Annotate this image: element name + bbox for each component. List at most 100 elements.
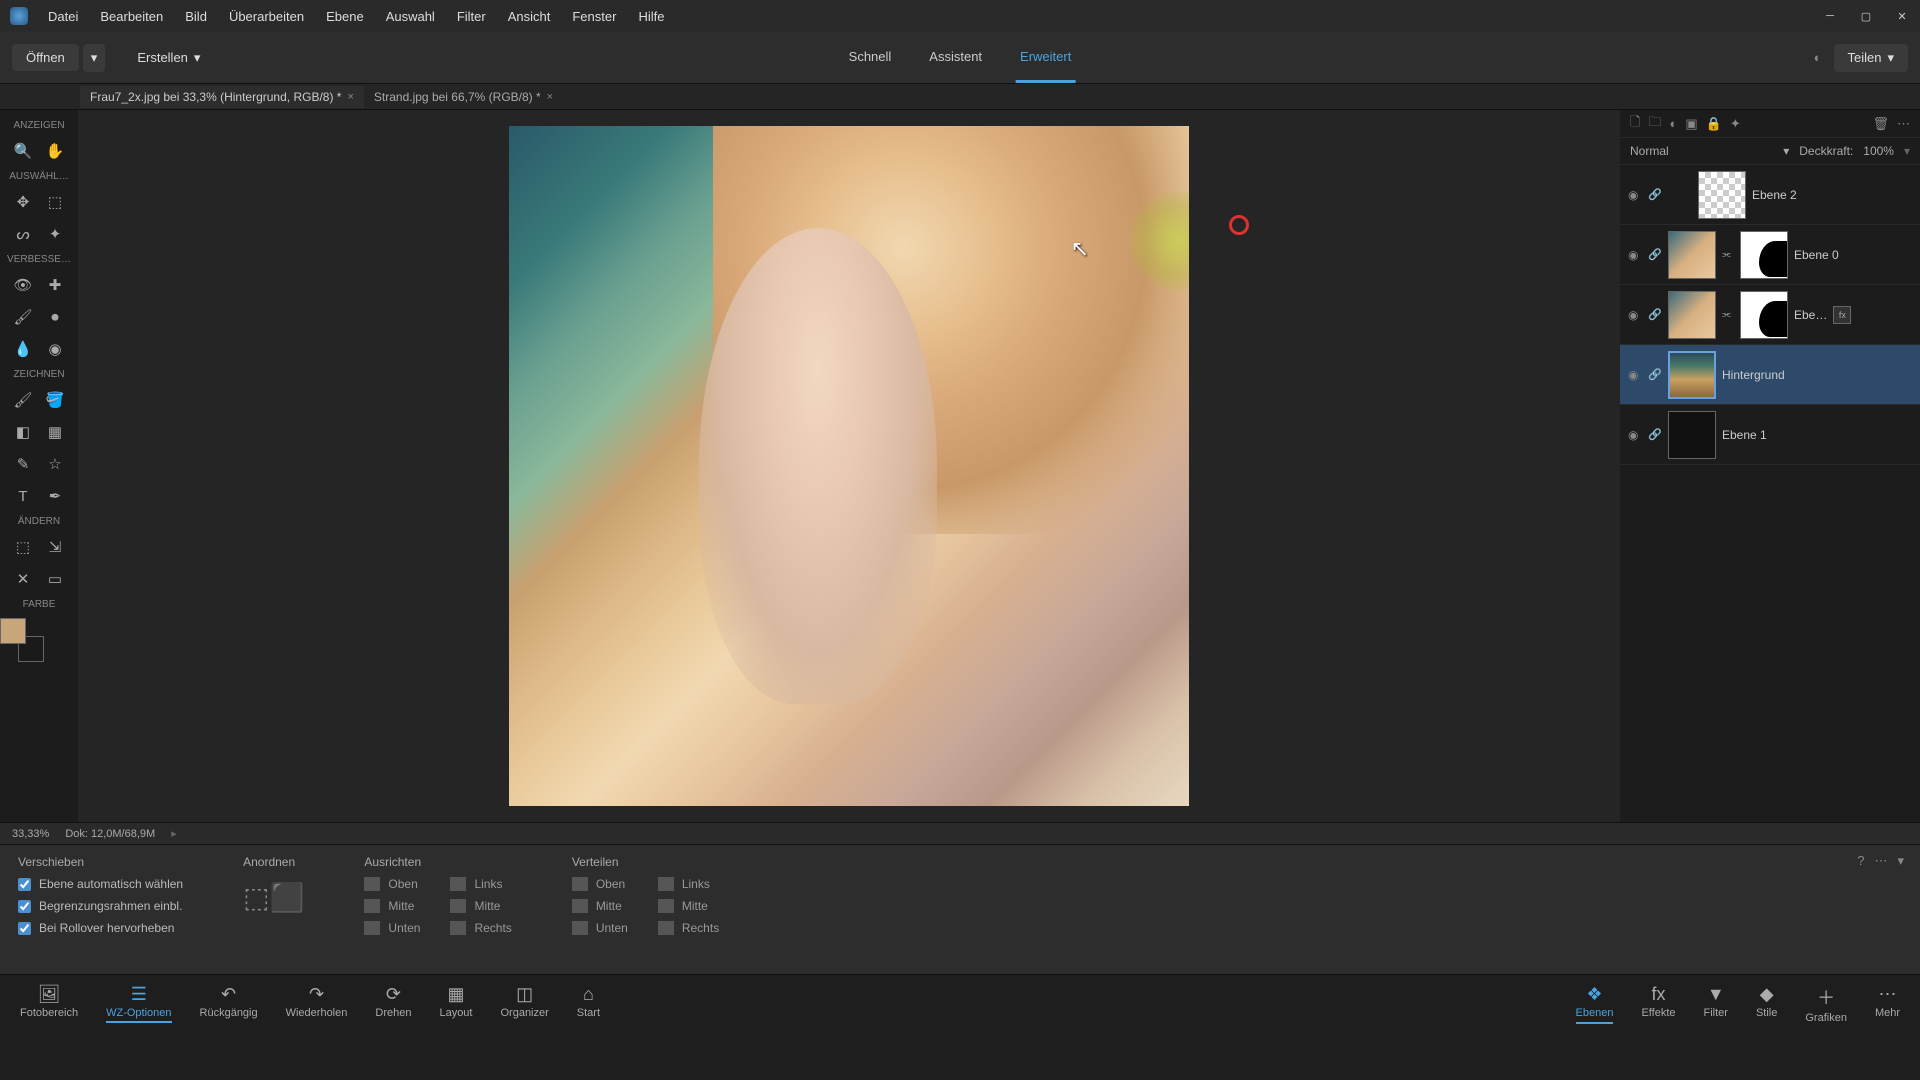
visibility-toggle-icon[interactable]: ◉ xyxy=(1628,308,1642,322)
layer-mask-thumbnail[interactable] xyxy=(1740,291,1788,339)
close-icon[interactable]: × xyxy=(547,91,553,103)
content-aware-tool[interactable]: ✕ xyxy=(8,565,38,593)
new-layer-icon[interactable]: 🗋 xyxy=(1630,113,1640,135)
layer-thumbnail[interactable] xyxy=(1698,171,1746,219)
menu-icon[interactable]: ⋯ xyxy=(1897,116,1910,132)
crop-tool[interactable]: ⬚ xyxy=(8,533,38,561)
share-button[interactable]: Teilen ▾ xyxy=(1834,44,1909,72)
mode-quick[interactable]: Schnell xyxy=(845,33,896,83)
layer-thumbnail[interactable] xyxy=(1668,351,1716,399)
visibility-toggle-icon[interactable]: ◉ xyxy=(1628,188,1642,202)
align-middle[interactable]: Mitte xyxy=(364,899,420,913)
layer-thumbnail[interactable] xyxy=(1668,411,1716,459)
open-dropdown[interactable]: ▾ xyxy=(83,44,106,72)
mode-guided[interactable]: Assistent xyxy=(925,33,986,83)
visibility-toggle-icon[interactable]: ◉ xyxy=(1628,248,1642,262)
dock-grafiken[interactable]: ＋Grafiken xyxy=(1805,984,1847,1024)
trash-icon[interactable]: 🗑 xyxy=(1872,116,1889,132)
link-icon[interactable]: 🔗 xyxy=(1648,248,1662,261)
straighten-tool[interactable]: ▭ xyxy=(40,565,70,593)
menu-hilfe[interactable]: Hilfe xyxy=(628,3,674,30)
dock-wz-optionen[interactable]: ☰WZ-Optionen xyxy=(106,984,171,1023)
layer-mask-thumbnail[interactable] xyxy=(1740,231,1788,279)
hand-tool[interactable]: ✋ xyxy=(40,137,70,165)
distribute-bottom[interactable]: Unten xyxy=(572,921,628,935)
close-icon[interactable]: × xyxy=(347,91,353,103)
distribute-middle[interactable]: Mitte xyxy=(572,899,628,913)
dock-rotate[interactable]: ⟳Drehen xyxy=(375,984,411,1023)
collapse-icon[interactable]: ▾ xyxy=(1897,853,1904,869)
mask-link-icon[interactable]: ⫘ xyxy=(1722,249,1734,260)
redeye-tool[interactable]: 👁 xyxy=(8,271,38,299)
move-tool[interactable]: ✥ xyxy=(8,188,38,216)
eraser-tool[interactable]: ◧ xyxy=(8,418,38,446)
gradient-tool[interactable]: ▦ xyxy=(40,418,70,446)
canvas-area[interactable]: ↖ xyxy=(78,110,1620,822)
check-rollover[interactable]: Bei Rollover hervorheben xyxy=(18,921,183,935)
doc-tab-1[interactable]: Frau7_2x.jpg bei 33,3% (Hintergrund, RGB… xyxy=(80,86,364,108)
more-icon[interactable]: ⋯ xyxy=(1874,853,1887,869)
shape-tool[interactable]: ☆ xyxy=(40,450,70,478)
foreground-color-swatch[interactable] xyxy=(0,618,26,644)
fx-badge-icon[interactable]: fx xyxy=(1833,306,1851,324)
visibility-toggle-icon[interactable]: ◉ xyxy=(1628,368,1642,382)
layer-item[interactable]: ◉ 🔗 Ebene 2 xyxy=(1620,165,1920,225)
status-arrow-icon[interactable]: ▸ xyxy=(171,827,177,840)
close-button[interactable]: ✕ xyxy=(1884,2,1920,30)
create-button[interactable]: Erstellen ▾ xyxy=(123,44,214,72)
dock-mehr[interactable]: ⋯Mehr xyxy=(1875,984,1900,1024)
open-button[interactable]: Öffnen xyxy=(12,44,79,71)
blur-tool[interactable]: 💧 xyxy=(8,335,38,363)
link-icon[interactable]: 🔗 xyxy=(1648,368,1662,381)
layer-thumbnail[interactable] xyxy=(1668,291,1716,339)
check-bounding-box[interactable]: Begrenzungsrahmen einbl. xyxy=(18,899,183,913)
arrange-icon[interactable]: ⬚⬛ xyxy=(243,881,304,914)
maximize-button[interactable]: ▢ xyxy=(1848,2,1884,30)
dock-stile[interactable]: ◆Stile xyxy=(1756,984,1777,1024)
lasso-tool[interactable]: ᔕ xyxy=(8,220,38,248)
menu-ebene[interactable]: Ebene xyxy=(316,3,374,30)
theme-toggle-icon[interactable]: ◐ xyxy=(1814,50,1822,65)
mode-expert[interactable]: Erweitert xyxy=(1016,33,1075,83)
dock-effekte[interactable]: fxEffekte xyxy=(1641,984,1675,1024)
distribute-left[interactable]: Links xyxy=(658,877,719,891)
adjustment-icon[interactable]: ◐ xyxy=(1669,116,1677,131)
menu-filter[interactable]: Filter xyxy=(447,3,496,30)
spot-heal-tool[interactable]: ✚ xyxy=(40,271,70,299)
align-center[interactable]: Mitte xyxy=(450,899,511,913)
menu-datei[interactable]: Datei xyxy=(38,3,88,30)
help-icon[interactable]: ? xyxy=(1857,853,1864,869)
mask-icon[interactable]: ▣ xyxy=(1685,116,1697,132)
align-right[interactable]: Rechts xyxy=(450,921,511,935)
distribute-right[interactable]: Rechts xyxy=(658,921,719,935)
align-top[interactable]: Oben xyxy=(364,877,420,891)
dock-start[interactable]: ⌂Start xyxy=(577,984,600,1023)
menu-ueberarbeiten[interactable]: Überarbeiten xyxy=(219,3,314,30)
lock-icon[interactable]: 🔒 xyxy=(1706,116,1722,132)
canvas-image[interactable]: ↖ xyxy=(509,126,1189,806)
dock-redo[interactable]: ↷Wiederholen xyxy=(286,984,348,1023)
menu-bearbeiten[interactable]: Bearbeiten xyxy=(90,3,173,30)
doc-tab-2[interactable]: Strand.jpg bei 66,7% (RGB/8) * × xyxy=(364,86,563,108)
blend-mode-select[interactable]: Normal▾ xyxy=(1630,144,1789,158)
dock-filter[interactable]: ▼Filter xyxy=(1704,984,1728,1024)
dock-fotobereich[interactable]: 🖼Fotobereich xyxy=(20,984,78,1023)
menu-bild[interactable]: Bild xyxy=(175,3,217,30)
dock-undo[interactable]: ↶Rückgängig xyxy=(200,984,258,1023)
paint-bucket-tool[interactable]: 🪣 xyxy=(40,386,70,414)
new-group-icon[interactable]: 🗀 xyxy=(1648,113,1661,135)
eyedropper-tool[interactable]: ✒ xyxy=(40,482,70,510)
opacity-value[interactable]: 100% xyxy=(1863,144,1894,158)
check-auto-select[interactable]: Ebene automatisch wählen xyxy=(18,877,183,891)
dock-layout[interactable]: ▦Layout xyxy=(439,984,472,1023)
align-bottom[interactable]: Unten xyxy=(364,921,420,935)
magic-wand-tool[interactable]: ✦ xyxy=(40,220,70,248)
dock-ebenen[interactable]: ❖Ebenen xyxy=(1576,984,1614,1024)
menu-fenster[interactable]: Fenster xyxy=(562,3,626,30)
color-swatches[interactable] xyxy=(0,618,44,662)
brush-tool[interactable]: 🖌 xyxy=(8,386,38,414)
marquee-tool[interactable]: ⬚ xyxy=(40,188,70,216)
align-left[interactable]: Links xyxy=(450,877,511,891)
pencil-tool[interactable]: ✎ xyxy=(8,450,38,478)
smart-brush-tool[interactable]: 🖌 xyxy=(8,303,38,331)
